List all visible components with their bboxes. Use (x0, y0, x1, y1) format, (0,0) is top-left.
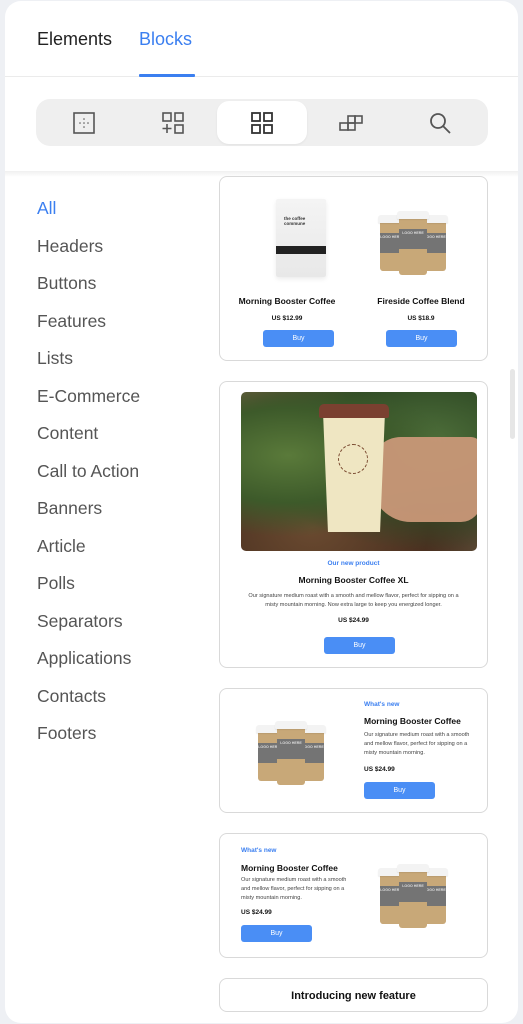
product-description: Our signature medium roast with a smooth… (241, 877, 347, 901)
add-block-icon (162, 111, 184, 134)
blocks-panel: Elements Blocks All Headers Buttons Feat… (5, 1, 518, 1023)
category-contacts[interactable]: Contacts (37, 679, 217, 717)
product-title: Fireside Coffee Blend (377, 296, 465, 306)
eyebrow-text: What's new (241, 847, 277, 854)
bag-brand-text: the coffee commune (284, 216, 306, 226)
block-feature-intro[interactable]: Introducing new feature (219, 978, 488, 1012)
tool-stacked-blocks[interactable] (306, 101, 396, 144)
tool-search[interactable] (395, 101, 485, 144)
category-headers[interactable]: Headers (37, 229, 217, 267)
tool-grid[interactable] (217, 101, 307, 144)
eyebrow-text: What's new (364, 701, 400, 708)
product-description: Our signature medium roast with a smooth… (364, 732, 470, 756)
eyebrow-text: Our new product (327, 560, 380, 567)
buy-button[interactable]: Buy (324, 637, 395, 654)
coffee-bag-image: the coffee commune (276, 199, 326, 277)
buy-button[interactable]: Buy (386, 330, 457, 347)
category-applications[interactable]: Applications (37, 641, 217, 679)
buy-button[interactable]: Buy (364, 782, 435, 799)
block-two-products[interactable]: the coffee commune LOGO HERE LOGO HERE L… (219, 176, 488, 361)
product-description: Our signature medium roast with a smooth… (248, 593, 459, 608)
block-toolbar (36, 99, 488, 146)
buy-button[interactable]: Buy (263, 330, 334, 347)
category-footers[interactable]: Footers (37, 716, 217, 754)
category-lists[interactable]: Lists (37, 341, 217, 379)
stacked-blocks-icon (339, 114, 363, 131)
product-photo (241, 392, 477, 551)
category-banners[interactable]: Banners (37, 491, 217, 529)
dotted-square-icon (73, 111, 95, 134)
block-image-left[interactable]: LOGO HERE LOGO HERE LOGO HERE What's new… (219, 688, 488, 813)
tab-blocks[interactable]: Blocks (139, 29, 192, 50)
product-title: Morning Booster Coffee (238, 296, 336, 306)
product-title: Morning Booster Coffee (364, 716, 461, 726)
category-call-to-action[interactable]: Call to Action (37, 454, 217, 492)
tool-add-block[interactable] (128, 101, 218, 144)
product-price: US $18.9 (407, 315, 435, 322)
buy-button[interactable]: Buy (241, 925, 312, 942)
category-article[interactable]: Article (37, 529, 217, 567)
category-polls[interactable]: Polls (37, 566, 217, 604)
category-buttons[interactable]: Buttons (37, 266, 217, 304)
block-hero-product[interactable]: Our new product Morning Booster Coffee X… (219, 381, 488, 668)
product-price: US $24.99 (338, 617, 369, 624)
active-tab-indicator (139, 74, 195, 77)
product-price: US $24.99 (241, 909, 272, 916)
tab-bar: Elements Blocks (5, 1, 518, 77)
scrollbar[interactable] (510, 369, 515, 439)
block-image-right[interactable]: What's new Morning Booster Coffee Our si… (219, 833, 488, 958)
product-title: Morning Booster Coffee XL (298, 575, 409, 585)
category-all[interactable]: All (37, 191, 217, 229)
category-separators[interactable]: Separators (37, 604, 217, 642)
product-price: US $12.99 (271, 315, 303, 322)
category-e-commerce[interactable]: E-Commerce (37, 379, 217, 417)
feature-title: Introducing new feature (291, 990, 416, 1002)
tool-dotted-square[interactable] (39, 101, 129, 144)
category-features[interactable]: Features (37, 304, 217, 342)
grid-icon (251, 111, 273, 134)
tab-elements[interactable]: Elements (37, 29, 112, 50)
category-list: All Headers Buttons Features Lists E-Com… (37, 191, 217, 754)
category-content[interactable]: Content (37, 416, 217, 454)
product-title: Morning Booster Coffee (241, 863, 338, 873)
product-price: US $24.99 (364, 766, 395, 773)
search-icon (430, 112, 451, 134)
